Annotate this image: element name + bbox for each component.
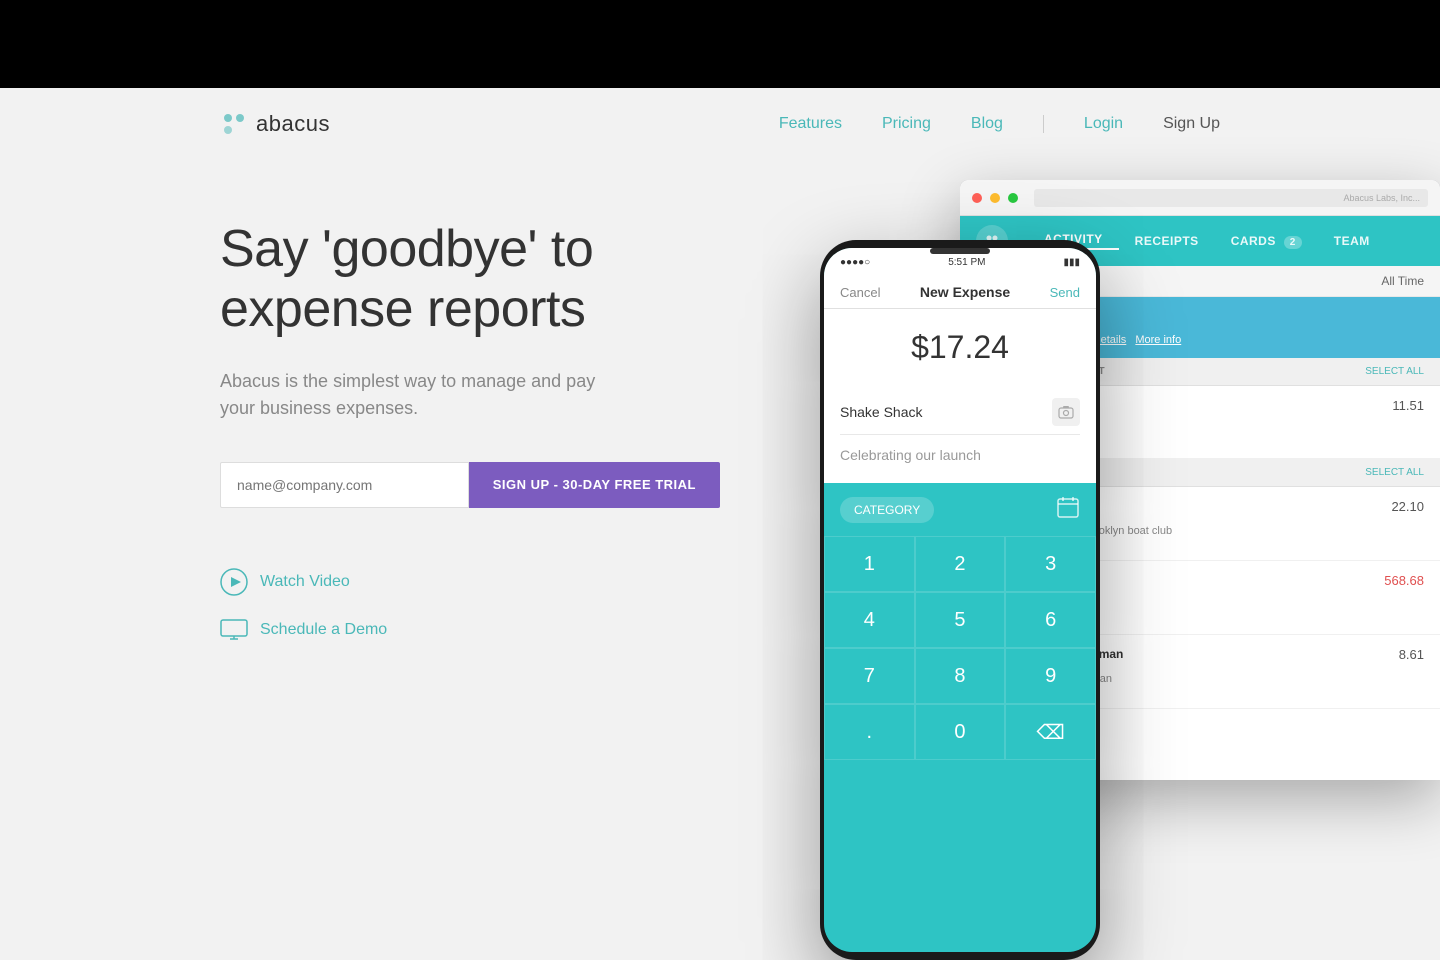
nav-blog[interactable]: Blog <box>971 115 1003 133</box>
phone-send-btn[interactable]: Send <box>1050 285 1080 300</box>
phone-notch <box>930 248 990 254</box>
merchant-text: Shake Shack <box>840 404 923 420</box>
hero-subtext: Abacus is the simplest way to manage and… <box>220 368 720 422</box>
top-bar <box>0 0 1440 88</box>
email-input[interactable] <box>220 462 469 508</box>
logo-icon <box>220 110 248 138</box>
alert-more-info[interactable]: More info <box>1135 334 1181 346</box>
select-all-ted[interactable]: SELECT ALL <box>1365 467 1424 478</box>
desktop-topbar: Abacus Labs, Inc... <box>960 180 1440 216</box>
merchant-field: Shake Shack <box>840 390 1080 435</box>
phone-navbar: Cancel New Expense Send <box>824 276 1096 309</box>
nav-login[interactable]: Login <box>1084 115 1123 133</box>
phone-keypad: 1 2 3 4 5 6 7 8 9 . 0 ⌫ <box>824 536 1096 760</box>
time-filter: All Time <box>1381 274 1424 288</box>
key-2[interactable]: 2 <box>915 536 1006 592</box>
nav-pricing[interactable]: Pricing <box>882 115 931 133</box>
signup-button[interactable]: SIGN UP - 30-DAY FREE TRIAL <box>469 462 720 508</box>
select-all-awaiting[interactable]: SELECT ALL <box>1365 366 1424 377</box>
phone-form: Shake Shack Celebrating our launch <box>824 378 1096 483</box>
close-btn <box>972 193 982 203</box>
phone-cancel-btn[interactable]: Cancel <box>840 285 880 300</box>
battery-icon: ▮▮▮ <box>1063 257 1080 268</box>
phone-amount-section: $17.24 <box>824 309 1096 378</box>
key-4[interactable]: 4 <box>824 592 915 648</box>
key-0[interactable]: 0 <box>915 704 1006 760</box>
phone-title: New Expense <box>920 284 1010 300</box>
watch-video-link[interactable]: Watch Video <box>220 568 720 596</box>
logo-text: abacus <box>256 111 330 137</box>
phone-amount: $17.24 <box>840 329 1080 366</box>
nav-cards[interactable]: CARDS 2 <box>1215 234 1318 248</box>
nav-divider <box>1043 115 1044 133</box>
url-bar: Abacus Labs, Inc... <box>1343 193 1420 203</box>
phone-category-bar: CATEGORY <box>824 483 1096 536</box>
category-button[interactable]: CATEGORY <box>840 497 934 523</box>
key-9[interactable]: 9 <box>1005 648 1096 704</box>
key-6[interactable]: 6 <box>1005 592 1096 648</box>
key-7[interactable]: 7 <box>824 648 915 704</box>
calendar-icon[interactable] <box>1056 495 1080 524</box>
key-delete[interactable]: ⌫ <box>1005 704 1096 760</box>
hero-section: Say 'goodbye' to expense reports Abacus … <box>0 160 1440 900</box>
monitor-icon <box>220 616 248 644</box>
cta-links: Watch Video Schedule a Demo <box>220 568 720 644</box>
logo[interactable]: abacus <box>220 110 330 138</box>
nav-signup[interactable]: Sign Up <box>1163 115 1220 133</box>
hero-text: Say 'goodbye' to expense reports Abacus … <box>220 220 720 644</box>
key-5[interactable]: 5 <box>915 592 1006 648</box>
hero-heading: Say 'goodbye' to expense reports <box>220 220 720 340</box>
nav-links: Features Pricing Blog Login Sign Up <box>779 115 1220 133</box>
key-8[interactable]: 8 <box>915 648 1006 704</box>
email-form: SIGN UP - 30-DAY FREE TRIAL <box>220 462 720 508</box>
key-3[interactable]: 3 <box>1005 536 1096 592</box>
nav-receipts[interactable]: RECEIPTS <box>1119 234 1215 248</box>
maximize-btn <box>1008 193 1018 203</box>
phone-screen: ●●●●○ 5:51 PM ▮▮▮ Cancel New Expense Sen… <box>824 248 1096 952</box>
nav-features[interactable]: Features <box>779 115 842 133</box>
note-field[interactable]: Celebrating our launch <box>840 439 1080 471</box>
minimize-btn <box>990 193 1000 203</box>
camera-icon[interactable] <box>1052 398 1080 426</box>
schedule-demo-link[interactable]: Schedule a Demo <box>220 616 720 644</box>
key-dot[interactable]: . <box>824 704 915 760</box>
signal-dots: ●●●●○ <box>840 257 870 268</box>
phone-mockup: ●●●●○ 5:51 PM ▮▮▮ Cancel New Expense Sen… <box>820 240 1100 960</box>
time-display: 5:51 PM <box>948 257 985 268</box>
play-icon <box>220 568 248 596</box>
key-1[interactable]: 1 <box>824 536 915 592</box>
mockup-container: Abacus Labs, Inc... ACTIVITY RECEIPTS <box>820 140 1440 960</box>
nav-team[interactable]: TEAM <box>1318 234 1386 248</box>
